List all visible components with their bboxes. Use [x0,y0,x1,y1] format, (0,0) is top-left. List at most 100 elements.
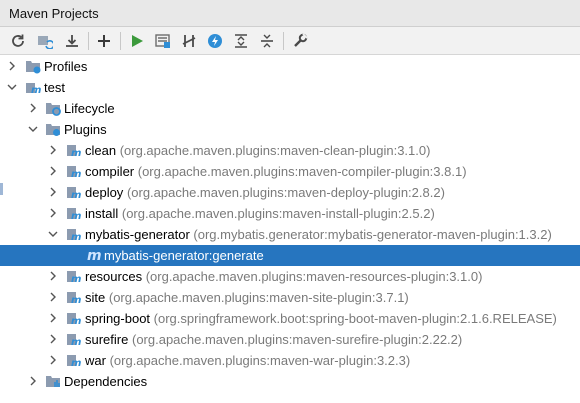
tree-node-label: Lifecycle [64,101,115,116]
svg-text:m: m [71,358,81,368]
tree-node-lifecycle[interactable]: Lifecycle [0,98,580,119]
plugin-node-resources[interactable]: m resources (org.apache.maven.plugins:ma… [0,266,580,287]
plugin-name: compiler [85,164,135,179]
tree-node-plugins[interactable]: Plugins [0,119,580,140]
plugin-coordinates: (org.apache.maven.plugins:maven-site-plu… [108,290,409,305]
chevron-right-icon[interactable] [48,166,58,176]
toggle-offline-icon[interactable] [179,31,199,51]
maven-plugin-icon: m [67,292,81,305]
tree-node-project-test[interactable]: m test [0,77,580,98]
plugin-coordinates: (org.apache.maven.plugins:maven-clean-pl… [119,143,431,158]
plugin-coordinates: (org.springframework.boot:spring-boot-ma… [153,311,557,326]
run-icon[interactable] [127,31,147,51]
plugin-node-surefire[interactable]: m surefire (org.apache.maven.plugins:mav… [0,329,580,350]
maven-plugin-icon: m [67,187,81,200]
profiles-folder-icon [26,61,41,74]
plugin-name: spring-boot [85,311,151,326]
plugin-name: site [85,290,106,305]
chevron-right-icon[interactable] [48,355,58,365]
plugin-node-deploy[interactable]: m deploy (org.apache.maven.plugins:maven… [0,182,580,203]
settings-wrench-icon[interactable] [290,31,310,51]
chevron-down-icon[interactable] [28,124,38,134]
refresh-icon[interactable] [8,31,28,51]
maven-plugin-icon: m [67,271,81,284]
tool-window-title: Maven Projects [9,6,99,21]
svg-text:m: m [71,274,81,284]
chevron-right-icon[interactable] [48,208,58,218]
plugin-name: mybatis-generator [85,227,190,242]
chevron-right-icon[interactable] [48,187,58,197]
tree-node-label: Profiles [44,59,88,74]
plugin-coordinates: (org.mybatis.generator:mybatis-generator… [193,227,552,242]
svg-text:m: m [71,148,81,158]
plugin-name: war [85,353,106,368]
svg-text:m: m [71,211,81,221]
download-icon[interactable] [62,31,82,51]
svg-text:m: m [71,337,81,347]
plugin-node-install[interactable]: m install (org.apache.maven.plugins:mave… [0,203,580,224]
chevron-right-icon[interactable] [7,61,17,71]
goal-node-mybatis-generator-generate[interactable]: m mybatis-generator:generate [0,245,580,266]
chevron-right-icon[interactable] [28,103,38,113]
svg-text:m: m [71,190,81,200]
plugin-coordinates: (org.apache.maven.plugins:maven-compiler… [137,164,467,179]
plugin-name: install [85,206,119,221]
expand-all-icon[interactable] [231,31,251,51]
chevron-right-icon[interactable] [48,271,58,281]
svg-text:m: m [71,316,81,326]
svg-text:m: m [71,169,81,179]
plugin-name: resources [85,269,143,284]
maven-plugin-icon: m [67,334,81,347]
add-icon[interactable] [94,31,114,51]
svg-text:m: m [71,295,81,305]
plugin-coordinates: (org.apache.maven.plugins:maven-war-plug… [109,353,411,368]
plugin-node-compiler[interactable]: m compiler (org.apache.maven.plugins:mav… [0,161,580,182]
chevron-right-icon[interactable] [48,334,58,344]
svg-text:m: m [87,248,102,263]
plugin-node-mybatis-generator[interactable]: m mybatis-generator (org.mybatis.generat… [0,224,580,245]
maven-plugin-icon: m [67,355,81,368]
plugin-coordinates: (org.apache.maven.plugins:maven-surefire… [131,332,463,347]
plugin-name: deploy [85,185,124,200]
chevron-down-icon[interactable] [7,82,17,92]
chevron-right-icon[interactable] [28,376,38,386]
tree-node-label: Dependencies [64,374,148,389]
chevron-down-icon[interactable] [48,229,58,239]
maven-plugin-icon: m [67,313,81,326]
tool-window-header: Maven Projects [0,0,580,27]
plugin-coordinates: (org.apache.maven.plugins:maven-deploy-p… [126,185,445,200]
chevron-right-icon[interactable] [48,292,58,302]
tree-node-label: Plugins [64,122,107,137]
dependencies-folder-icon [46,376,60,387]
svg-text:m: m [31,85,41,95]
collapse-all-icon[interactable] [257,31,277,51]
tree-node-dependencies[interactable]: Dependencies [0,371,580,392]
chevron-right-icon[interactable] [48,145,58,155]
plugin-node-site[interactable]: m site (org.apache.maven.plugins:maven-s… [0,287,580,308]
plugin-node-spring-boot[interactable]: m spring-boot (org.springframework.boot:… [0,308,580,329]
plugin-node-clean[interactable]: m clean (org.apache.maven.plugins:maven-… [0,140,580,161]
maven-plugin-icon: m [67,145,81,158]
reimport-icon[interactable] [35,31,55,51]
maven-toolbar [0,27,580,55]
chevron-right-icon[interactable] [48,313,58,323]
lifecycle-folder-icon [46,103,61,116]
plugin-name: surefire [85,332,129,347]
plugin-coordinates: (org.apache.maven.plugins:maven-resource… [145,269,483,284]
maven-project-icon: m [26,83,41,95]
skip-tests-icon[interactable] [205,31,225,51]
svg-text:m: m [71,232,81,242]
plugin-node-war[interactable]: m war (org.apache.maven.plugins:maven-wa… [0,350,580,371]
maven-plugin-icon: m [67,208,81,221]
maven-goal-icon: m [87,248,102,263]
plugins-folder-icon [46,124,60,136]
maven-project-tree: Profiles m test Lifecycle Plugins m clea… [0,56,580,403]
tree-node-label: test [44,80,65,95]
execute-goal-icon[interactable] [153,31,173,51]
goal-name: mybatis-generator:generate [104,248,264,263]
tree-node-profiles[interactable]: Profiles [0,56,580,77]
maven-plugin-icon: m [67,166,81,179]
plugin-coordinates: (org.apache.maven.plugins:maven-install-… [121,206,435,221]
plugin-name: clean [85,143,117,158]
maven-plugin-icon: m [67,229,81,242]
